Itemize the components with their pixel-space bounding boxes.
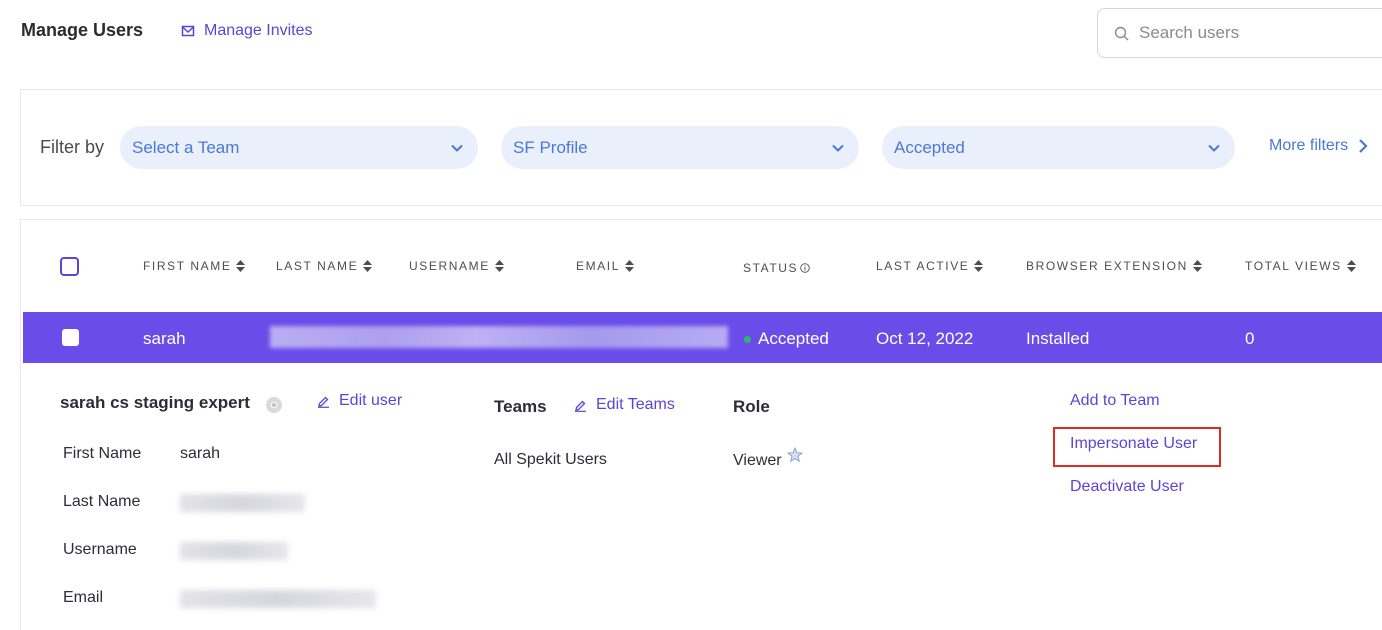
column-last-active-label: LAST ACTIVE — [876, 259, 970, 273]
add-to-team-link[interactable]: Add to Team — [1070, 392, 1160, 410]
column-last-name-label: LAST NAME — [276, 259, 359, 273]
column-last-name[interactable]: LAST NAME — [276, 259, 373, 273]
status-dot-icon — [744, 336, 751, 344]
sort-icon — [974, 260, 984, 272]
profile-select-value: SF Profile — [513, 137, 588, 157]
email-value-redacted — [180, 590, 376, 608]
search-icon — [1114, 26, 1129, 40]
cell-browser-extension: Installed — [1026, 329, 1090, 348]
manage-invites-link[interactable]: Manage Invites — [181, 22, 313, 40]
more-filters-label: More filters — [1269, 137, 1349, 154]
teams-heading: Teams — [494, 397, 547, 416]
sort-icon — [625, 260, 635, 272]
username-value-redacted — [180, 542, 288, 560]
column-email[interactable]: EMAIL — [576, 259, 635, 273]
role-value-wrapper: Viewer — [733, 447, 803, 470]
sort-icon — [363, 260, 373, 272]
row-checkbox[interactable] — [62, 329, 79, 346]
column-total-views-label: TOTAL VIEWS — [1245, 259, 1342, 273]
star-icon — [786, 447, 803, 463]
column-first-name[interactable]: FIRST NAME — [143, 259, 246, 273]
column-last-active[interactable]: LAST ACTIVE — [876, 259, 984, 273]
users-table: FIRST NAME LAST NAME USERNAME EMAIL STAT… — [20, 219, 1382, 630]
manage-invites-label: Manage Invites — [204, 22, 313, 39]
info-icon[interactable] — [800, 263, 810, 273]
team-value: All Spekit Users — [494, 451, 607, 468]
column-email-label: EMAIL — [576, 259, 621, 273]
chevron-right-icon — [1359, 139, 1368, 153]
role-heading: Role — [733, 397, 770, 416]
cell-last-active: Oct 12, 2022 — [876, 329, 974, 348]
chrome-icon — [266, 397, 282, 413]
role-value: Viewer — [733, 452, 782, 469]
page-title: Manage Users — [21, 20, 144, 40]
sort-icon — [494, 260, 504, 272]
column-username[interactable]: USERNAME — [409, 259, 504, 273]
redacted-cells — [270, 326, 728, 348]
cell-total-views: 0 — [1245, 329, 1255, 348]
cell-first-name: sarah — [143, 329, 186, 348]
first-name-label: First Name — [63, 445, 142, 462]
search-box[interactable] — [1097, 8, 1382, 58]
select-all-checkbox[interactable] — [60, 257, 79, 276]
cell-status-label: Accepted — [758, 329, 829, 348]
edit-user-link[interactable]: Edit user — [317, 392, 402, 410]
deactivate-user-link[interactable]: Deactivate User — [1070, 478, 1184, 496]
column-status-label: STATUS — [743, 261, 799, 275]
column-total-views[interactable]: TOTAL VIEWS — [1245, 259, 1356, 273]
column-status[interactable]: STATUS — [743, 261, 810, 275]
last-name-value-redacted — [180, 494, 305, 512]
team-select-value: Select a Team — [132, 137, 240, 157]
column-browser-extension[interactable]: BROWSER EXTENSION — [1026, 259, 1202, 273]
pencil-icon — [318, 396, 329, 408]
first-name-value: sarah — [180, 445, 221, 462]
chevron-down-icon — [832, 144, 844, 152]
filter-panel: Filter by Select a Team SF Profile Accep… — [20, 89, 1382, 206]
last-name-label: Last Name — [63, 493, 141, 510]
status-select[interactable]: Accepted — [882, 126, 1235, 169]
cell-status: Accepted — [744, 329, 829, 349]
column-username-label: USERNAME — [409, 259, 490, 273]
username-label: Username — [63, 541, 137, 558]
chevron-down-icon — [451, 144, 463, 152]
profile-select[interactable]: SF Profile — [501, 126, 859, 169]
column-browser-extension-label: BROWSER EXTENSION — [1026, 259, 1188, 273]
column-first-name-label: FIRST NAME — [143, 259, 232, 273]
sort-icon — [1346, 260, 1356, 272]
chevron-down-icon — [1208, 144, 1220, 152]
sort-icon — [1192, 260, 1202, 272]
search-input[interactable] — [1139, 23, 1379, 43]
edit-teams-link[interactable]: Edit Teams — [574, 396, 675, 414]
edit-teams-label: Edit Teams — [596, 396, 675, 413]
team-select[interactable]: Select a Team — [120, 126, 478, 169]
status-select-value: Accepted — [894, 137, 965, 157]
pencil-icon — [575, 400, 586, 412]
highlight-box — [1053, 427, 1221, 467]
sort-icon — [236, 260, 246, 272]
edit-user-label: Edit user — [339, 392, 403, 409]
email-label: Email — [63, 589, 104, 606]
user-detail-panel: sarah cs staging expert Edit user First … — [21, 363, 1382, 630]
more-filters-button[interactable]: More filters — [1269, 137, 1368, 155]
user-full-name: sarah cs staging expert — [60, 393, 250, 412]
filter-label: Filter by — [40, 137, 105, 157]
mail-icon — [181, 25, 195, 37]
table-row[interactable]: sarah Accepted Oct 12, 2022 Installed 0 — [23, 312, 1382, 363]
